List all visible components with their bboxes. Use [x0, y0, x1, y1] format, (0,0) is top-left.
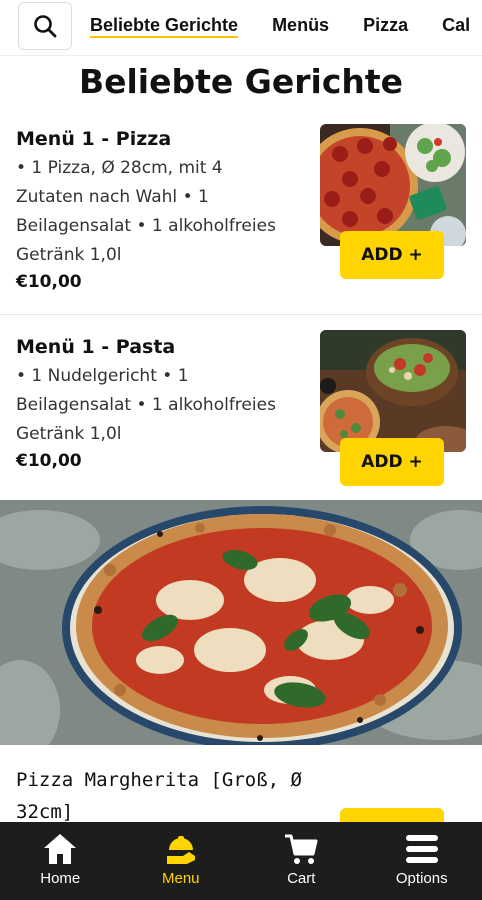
add-button[interactable]	[340, 808, 444, 822]
item-image	[320, 124, 466, 246]
nav-home[interactable]: Home	[0, 822, 121, 900]
nav-menu[interactable]: Menu	[121, 822, 242, 900]
pizza-margherita-image	[0, 500, 482, 745]
hamburger-icon	[405, 835, 438, 863]
divider	[0, 314, 482, 315]
nav-cart[interactable]: Cart	[241, 822, 362, 900]
item-description: • 1 Pizza, Ø 28cm, mit 4 Zutaten nach Wa…	[16, 158, 276, 265]
item-title: Menü 1 - Pasta	[16, 336, 176, 358]
home-icon	[44, 834, 77, 864]
nav-label: Options	[395, 870, 448, 887]
category-tabs: Beliebte Gerichte Menüs Pizza Cal	[90, 0, 482, 50]
item-price: €10,00	[16, 272, 82, 292]
nav-label: Menu	[161, 870, 200, 887]
nav-label: Home	[40, 870, 81, 887]
tab-menues[interactable]: Menüs	[272, 0, 329, 50]
cart-icon	[285, 834, 318, 864]
category-bar: Beliebte Gerichte Menüs Pizza Cal	[0, 0, 482, 56]
bottom-navigation: Home Menu Cart Options	[0, 822, 482, 900]
tab-beliebte-gerichte[interactable]: Beliebte Gerichte	[90, 0, 239, 50]
add-button[interactable]: ADD +	[340, 231, 444, 279]
add-button[interactable]: ADD +	[340, 438, 444, 486]
item-title: Menü 1 - Pizza	[16, 128, 172, 150]
item-image	[320, 330, 466, 452]
search-button[interactable]	[18, 2, 72, 50]
item-description: • 1 Nudelgericht • 1 Beilagensalat • 1 a…	[16, 366, 276, 444]
item-title: Pizza Margherita [Groß, Ø 32cm]	[16, 769, 302, 823]
section-title: Beliebte Gerichte	[78, 62, 404, 101]
tab-cal[interactable]: Cal	[442, 0, 470, 50]
search-icon	[34, 15, 57, 38]
item-price: €10,00	[16, 451, 82, 471]
nav-label: Cart	[287, 870, 316, 887]
nav-options[interactable]: Options	[362, 822, 482, 900]
tab-pizza[interactable]: Pizza	[363, 0, 408, 50]
menu-dish-icon	[166, 836, 195, 864]
